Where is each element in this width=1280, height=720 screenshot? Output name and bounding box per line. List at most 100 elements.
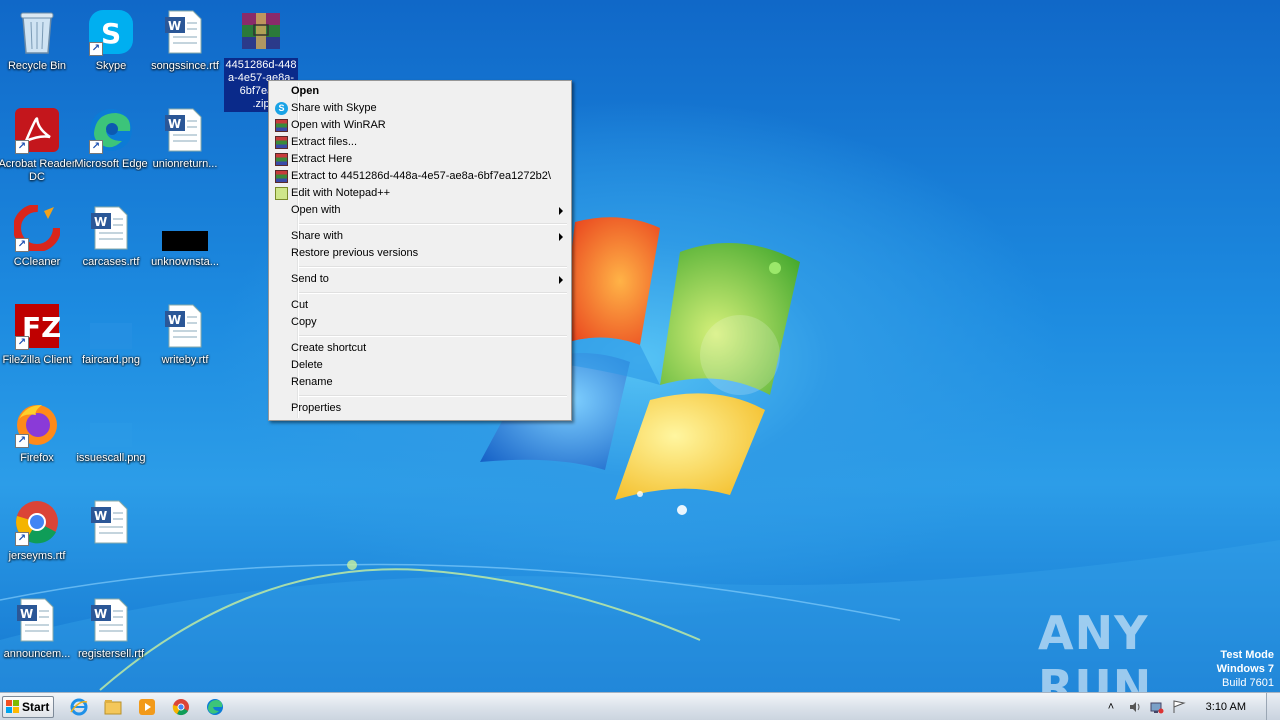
desktop-icon-label: Skype: [95, 60, 127, 72]
taskbar-chrome[interactable]: [168, 696, 194, 718]
menu-item-label: Share with: [291, 230, 343, 242]
taskbar-edge[interactable]: [202, 696, 228, 718]
desktop-icon-carcases[interactable]: W carcases.rtf: [74, 198, 148, 292]
menu-item-open[interactable]: Open: [271, 83, 569, 100]
ccleaner-icon: ↗: [13, 204, 61, 252]
shortcut-arrow-icon: ↗: [15, 140, 29, 154]
menu-item-label: Restore previous versions: [291, 247, 419, 259]
desktop-icon-unknownsta[interactable]: unknownsta...: [148, 198, 222, 292]
desktop-icon-label: announcem...: [3, 648, 71, 660]
acrobat-icon: ↗: [13, 106, 61, 154]
menu-item-restore-previous-versions[interactable]: Restore previous versions: [271, 245, 569, 262]
chrome-icon: [172, 699, 189, 716]
menu-item-rename[interactable]: Rename: [271, 374, 569, 391]
desktop-icon-label: writeby.rtf: [161, 354, 209, 366]
svg-text:S: S: [101, 17, 121, 50]
shortcut-arrow-icon: ↗: [15, 434, 29, 448]
desktop-icon-issuescall[interactable]: issuescall.png: [74, 394, 148, 488]
winrar-icon: [275, 136, 288, 149]
menu-item-copy[interactable]: Copy: [271, 314, 569, 331]
menu-item-edit-with-notepadpp[interactable]: Edit with Notepad++: [271, 185, 569, 202]
menu-item-extract-files[interactable]: Extract files...: [271, 134, 569, 151]
show-desktop-button[interactable]: [1266, 693, 1280, 720]
menu-item-open-with-winrar[interactable]: Open with WinRAR: [271, 117, 569, 134]
desktop-icon-label: jerseyms.rtf: [8, 550, 66, 562]
chrome-icon: ↗: [13, 498, 61, 546]
skype-icon: S ↗: [87, 8, 135, 56]
desktop-icon-label: FileZilla Client: [2, 354, 72, 366]
network-icon[interactable]: [1150, 700, 1164, 714]
word-document-icon: W: [13, 596, 61, 644]
shortcut-arrow-icon: ↗: [89, 140, 103, 154]
desktop-icon-label: songssince.rtf: [151, 60, 219, 72]
menu-item-delete[interactable]: Delete: [271, 357, 569, 374]
desktop-icon-writeby[interactable]: W writeby.rtf: [148, 296, 222, 390]
menu-item-send-to[interactable]: Send to: [271, 271, 569, 288]
word-document-icon: W: [161, 8, 209, 56]
desktop-icon-unionreturn[interactable]: W unionreturn...: [148, 100, 222, 194]
desktop-icon-songssince[interactable]: W songssince.rtf: [148, 2, 222, 96]
menu-separator: [271, 288, 569, 297]
winrar-archive-icon: [237, 8, 285, 56]
shortcut-arrow-icon: ↗: [15, 336, 29, 350]
file-explorer-icon: [104, 700, 122, 715]
shortcut-arrow-icon: ↗: [15, 238, 29, 252]
desktop-icon-faircard[interactable]: faircard.png: [74, 296, 148, 390]
taskbar-media-player[interactable]: [134, 696, 160, 718]
menu-item-label: Extract files...: [291, 136, 358, 148]
action-center-flag-icon[interactable]: [1172, 700, 1186, 714]
menu-item-label: Cut: [291, 299, 309, 311]
word-document-icon: W: [87, 204, 135, 252]
submenu-arrow-icon: [559, 233, 563, 241]
menu-item-cut[interactable]: Cut: [271, 297, 569, 314]
svg-text:W: W: [94, 215, 107, 229]
desktop-icon-firefox[interactable]: ↗ Firefox: [0, 394, 74, 488]
desktop-icon-recycle-bin[interactable]: Recycle Bin: [0, 2, 74, 96]
recycle-bin-icon: [13, 8, 61, 56]
desktop-icon-edge[interactable]: ↗ Microsoft Edge: [74, 100, 148, 194]
taskbar-file-explorer[interactable]: [100, 696, 126, 718]
show-hidden-icons-icon[interactable]: ˄: [1104, 700, 1118, 714]
taskbar-clock[interactable]: 3:10 AM: [1206, 693, 1246, 720]
menu-item-label: Open: [291, 85, 320, 97]
desktop-icon-jerseyms[interactable]: W jerseyms.rtf announcem... jerseyms.rtf…: [74, 492, 148, 586]
test-mode-line: Test Mode: [1220, 649, 1274, 661]
menu-item-extract-to-folder[interactable]: Extract to 4451286d-448a-4e57-ae8a-6bf7e…: [271, 168, 569, 185]
menu-item-label: Delete: [291, 359, 323, 371]
desktop-icon-ccleaner[interactable]: ↗ CCleaner: [0, 198, 74, 292]
menu-item-label: Extract to 4451286d-448a-4e57-ae8a-6bf7e…: [291, 170, 551, 182]
taskbar: Start ˄ 3:10 AM: [0, 692, 1280, 720]
start-button[interactable]: Start: [2, 696, 54, 718]
winrar-icon: [275, 119, 288, 132]
menu-item-create-shortcut[interactable]: Create shortcut: [271, 340, 569, 357]
menu-item-label: Copy: [291, 316, 317, 328]
anyrun-watermark: ANY RUN: [1038, 606, 1238, 714]
desktop-icon-acrobat[interactable]: ↗ Acrobat Reader DC: [0, 100, 76, 194]
desktop-icon-announcem[interactable]: W announcem...: [0, 590, 74, 684]
desktop-icon-label: unionreturn...: [152, 158, 218, 170]
build-line: Build 7601: [1222, 677, 1274, 689]
start-label: Start: [22, 700, 50, 714]
desktop-icon-filezilla[interactable]: FZ ↗ FileZilla Client: [0, 296, 74, 390]
firefox-icon: ↗: [13, 400, 61, 448]
taskbar-internet-explorer[interactable]: [66, 696, 92, 718]
desktop-icon-registersell[interactable]: W registersell.rtf: [74, 590, 148, 684]
volume-icon[interactable]: [1128, 700, 1142, 714]
menu-item-share-with[interactable]: Share with: [271, 228, 569, 245]
menu-item-extract-here[interactable]: Extract Here: [271, 151, 569, 168]
menu-item-label: Edit with Notepad++: [291, 187, 391, 199]
skype-icon: S: [275, 102, 288, 115]
image-file-icon: [87, 302, 135, 350]
desktop-icon-label: Firefox: [20, 452, 54, 464]
menu-item-label: Open with: [291, 204, 341, 216]
menu-item-share-with-skype[interactable]: S Share with Skype: [271, 100, 569, 117]
desktop-icon-chrome[interactable]: ↗ jerseyms.rtf: [0, 492, 74, 586]
desktop-icon-skype[interactable]: S ↗ Skype: [74, 2, 148, 96]
black-thumbnail-icon: [161, 204, 209, 252]
menu-item-properties[interactable]: Properties: [271, 400, 569, 417]
word-document-icon: W: [87, 498, 135, 546]
desktop-icon-label: Microsoft Edge: [74, 158, 148, 170]
menu-item-open-with[interactable]: Open with: [271, 202, 569, 219]
internet-explorer-icon: [70, 698, 88, 716]
submenu-arrow-icon: [559, 276, 563, 284]
